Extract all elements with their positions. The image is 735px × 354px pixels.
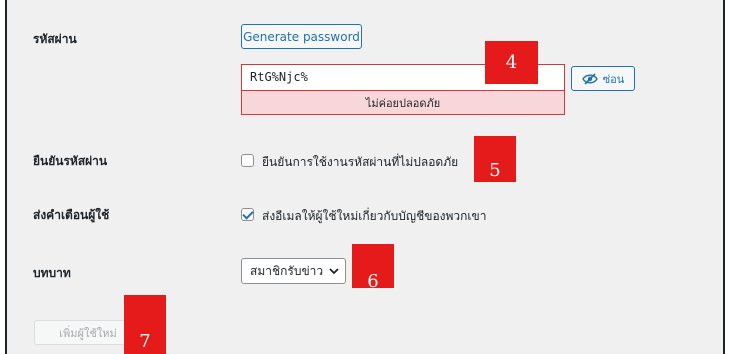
hide-password-button[interactable]: ซ่อน [571, 66, 635, 91]
notify-user-label: ส่งคำเตือนผู้ใช้ [33, 208, 110, 222]
send-notification-checkbox[interactable] [241, 208, 254, 221]
eye-slash-icon [581, 72, 598, 85]
annotation-marker: 5 [474, 136, 516, 182]
generate-password-button[interactable]: Generate password [241, 24, 362, 49]
annotation-marker: 4 [485, 41, 538, 84]
chevron-down-icon [329, 265, 339, 278]
confirm-weak-password-text: ยืนยันการใช้งานรหัสผ่านที่ไม่ปลอดภัย [262, 155, 459, 169]
confirm-weak-password-checkbox[interactable] [241, 154, 254, 167]
annotation-marker: 6 [352, 244, 394, 288]
annotation-marker: 7 [124, 295, 166, 354]
confirm-password-label: ยืนยันรหัสผ่าน [33, 154, 108, 168]
role-selected-value: สมาชิกรับข่าว [250, 263, 324, 278]
send-notification-text: ส่งอีเมลให้ผู้ใช้ใหม่เกี่ยวกับบัญชีของพว… [262, 209, 487, 223]
role-label: บทบาท [33, 266, 71, 280]
settings-panel: รหัสผ่าน Generate password RtG%Njc% ไม่ค… [5, 0, 725, 354]
hide-button-label: ซ่อน [602, 72, 625, 86]
password-strength-indicator: ไม่ค่อยปลอดภัย [241, 90, 565, 115]
role-select[interactable]: สมาชิกรับข่าว [241, 258, 346, 284]
password-label: รหัสผ่าน [33, 32, 77, 46]
